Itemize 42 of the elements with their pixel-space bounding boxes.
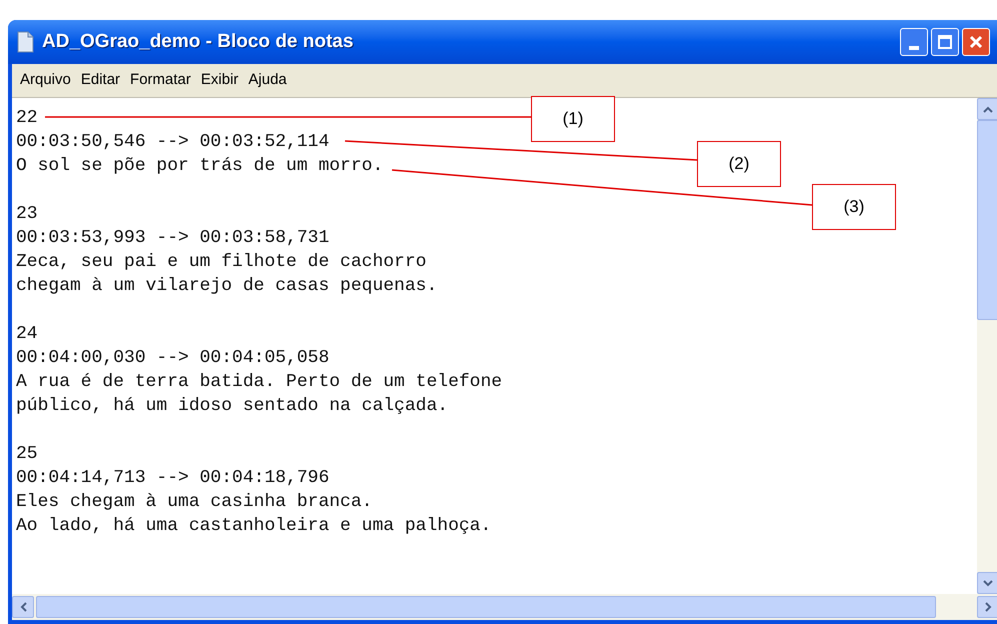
subtitle-text: Ao lado, há uma castanholeira e uma palhoça. xyxy=(16,515,492,538)
callout-label: (1) xyxy=(531,96,615,142)
menu-item[interactable]: Editar xyxy=(80,69,120,92)
subtitle-number: 25 xyxy=(16,443,38,466)
subtitle-timecode: 00:04:00,030 --> 00:04:05,058 xyxy=(16,347,330,370)
scroll-thumb[interactable] xyxy=(36,596,936,618)
callout-label: (3) xyxy=(812,184,896,230)
horizontal-scrollbar[interactable] xyxy=(12,594,997,620)
menu-item[interactable]: Arquivo xyxy=(20,69,71,92)
scroll-up-button[interactable] xyxy=(977,98,997,120)
subtitle-text: Eles chegam à uma casinha branca. xyxy=(16,491,372,514)
maximize-button[interactable] xyxy=(931,28,959,56)
close-icon xyxy=(969,35,983,49)
subtitle-text: A rua é de terra batida. Perto de um telefone xyxy=(16,371,502,394)
chevron-right-icon xyxy=(984,602,992,612)
menu-item[interactable]: Formatar xyxy=(130,69,191,92)
minimize-button[interactable] xyxy=(900,28,928,56)
notepad-icon xyxy=(16,31,34,53)
menu-item[interactable]: Exibir xyxy=(200,69,238,92)
menu-item[interactable]: Ajuda xyxy=(248,69,287,92)
window-title: AD_OGrao_demo - Bloco de notas xyxy=(42,30,354,54)
chevron-down-icon xyxy=(983,580,993,586)
callout-label: (2) xyxy=(697,141,781,187)
subtitle-timecode: 00:03:53,993 --> 00:03:58,731 xyxy=(16,227,330,250)
subtitle-text: O sol se põe por trás de um morro. xyxy=(16,155,384,178)
subtitle-text: chegam à um vilarejo de casas pequenas. xyxy=(16,275,438,298)
chevron-up-icon xyxy=(983,106,993,112)
subtitle-timecode: 00:04:14,713 --> 00:04:18,796 xyxy=(16,467,330,490)
scroll-left-button[interactable] xyxy=(12,596,34,618)
subtitle-text: público, há um idoso sentado na calçada. xyxy=(16,395,448,418)
subtitle-number: 23 xyxy=(16,203,38,226)
subtitle-timecode: 00:03:50,546 --> 00:03:52,114 xyxy=(16,131,330,154)
subtitle-number: 22 xyxy=(16,107,38,130)
scroll-down-button[interactable] xyxy=(977,572,997,594)
chevron-left-icon xyxy=(20,602,26,612)
maximize-icon xyxy=(938,35,952,49)
subtitle-text: Zeca, seu pai e um filhote de cachorro xyxy=(16,251,426,274)
close-button[interactable] xyxy=(962,28,990,56)
subtitle-number: 24 xyxy=(16,323,38,346)
vertical-scrollbar[interactable] xyxy=(977,98,997,594)
scroll-right-button[interactable] xyxy=(977,596,997,618)
scroll-thumb[interactable] xyxy=(977,120,997,320)
